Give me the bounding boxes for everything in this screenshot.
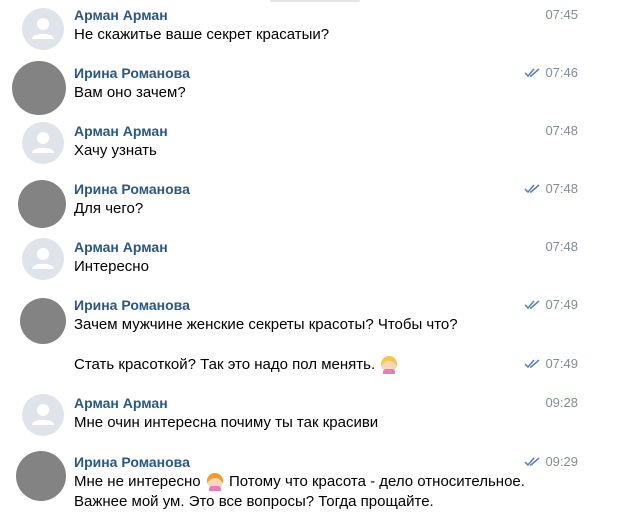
- author-name[interactable]: Арман Арман: [74, 122, 168, 140]
- author-name[interactable]: Ирина Романова: [74, 64, 190, 82]
- message-time: 07:49: [524, 297, 578, 313]
- double-check-icon: [524, 457, 540, 467]
- avatar[interactable]: [22, 238, 64, 280]
- message-time: 07:46: [524, 65, 578, 81]
- message-text-content: Потому что красота - дело относительное.: [228, 473, 525, 490]
- message-text: Стать красоткой? Так это надо пол менять…: [74, 355, 399, 375]
- avatar[interactable]: [18, 180, 66, 228]
- avatar[interactable]: [22, 8, 64, 50]
- author-name[interactable]: Арман Арман: [74, 6, 168, 24]
- message-text: Для чего?: [74, 200, 144, 217]
- message-time: 07:49: [524, 356, 578, 372]
- message-text: Интересно: [74, 258, 149, 275]
- avatar[interactable]: [22, 122, 64, 164]
- author-name[interactable]: Арман Арман: [74, 394, 168, 412]
- message-text: Не скажитье ваше секрет красатыи?: [74, 26, 330, 43]
- double-check-icon: [524, 359, 540, 369]
- message-text: Мне очин интересна почиму ты так красиви: [74, 414, 379, 431]
- message-time: 07:48: [545, 239, 578, 254]
- avatar[interactable]: [20, 298, 66, 344]
- avatar[interactable]: [12, 61, 66, 115]
- double-check-icon: [524, 184, 540, 194]
- message-text: Важнее мой ум. Это все вопросы? Тогда пр…: [74, 493, 434, 510]
- top-edge-shadow: [270, 0, 360, 2]
- message-time: 07:45: [545, 7, 578, 22]
- author-name[interactable]: Арман Арман: [74, 238, 168, 256]
- double-check-icon: [524, 68, 540, 78]
- avatar[interactable]: [16, 451, 66, 501]
- author-name[interactable]: Ирина Романова: [74, 453, 190, 471]
- default-user-icon: [32, 404, 54, 425]
- message-text-content: Стать красоткой? Так это надо пол менять…: [74, 356, 376, 373]
- woman-gesturing-no-emoji: [206, 473, 223, 491]
- message-text-content: Мне не интересно: [74, 473, 201, 490]
- message-time: 09:28: [545, 395, 578, 410]
- double-check-icon: [524, 300, 540, 310]
- author-name[interactable]: Ирина Романова: [74, 296, 190, 314]
- woman-gesturing-no-emoji: [381, 356, 398, 374]
- message-time: 09:29: [524, 454, 578, 470]
- avatar[interactable]: [22, 394, 64, 436]
- default-user-icon: [32, 132, 54, 153]
- default-user-icon: [32, 248, 54, 269]
- message-text: Мне не интересно Потому что красота - де…: [74, 472, 525, 492]
- author-name[interactable]: Ирина Романова: [74, 180, 190, 198]
- message-time: 07:48: [545, 123, 578, 138]
- message-text: Зачем мужчине женские секреты красоты? Ч…: [74, 316, 458, 333]
- message-text: Хачу узнать: [74, 142, 157, 159]
- default-user-icon: [32, 18, 54, 39]
- message-text: Вам оно зачем?: [74, 84, 186, 101]
- message-time: 07:48: [524, 181, 578, 197]
